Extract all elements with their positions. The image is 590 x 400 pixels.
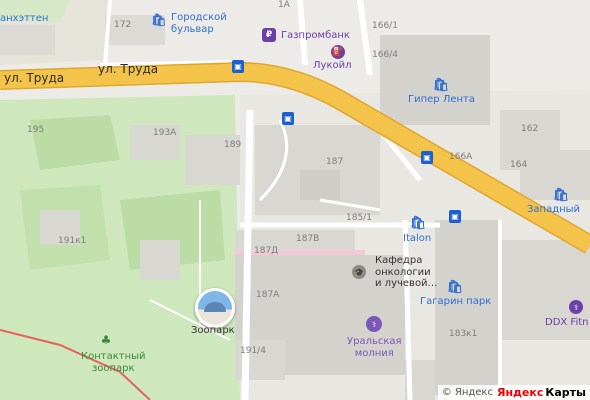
poi-label-kontaktny-zoopark[interactable]: Контактный зоопарк bbox=[81, 351, 146, 374]
building-number: 187 bbox=[326, 157, 344, 167]
education-icon[interactable]: 🎓 bbox=[352, 265, 366, 279]
building-number: 191/4 bbox=[240, 346, 266, 356]
poi-label-gorodskoy-bulvar[interactable]: Городской бульвар bbox=[171, 12, 227, 35]
building-number: 193A bbox=[153, 128, 177, 138]
fitness-icon[interactable]: ⚕ bbox=[569, 300, 583, 314]
bus-stop-icon[interactable]: ▣ bbox=[421, 151, 433, 164]
building-number: 164 bbox=[510, 160, 528, 170]
street-label-trud-left: ул. Труда bbox=[4, 71, 65, 85]
copyright-text: © Яндекс bbox=[441, 387, 493, 398]
building-number: 166/1 bbox=[372, 21, 398, 31]
map-base-layer bbox=[0, 0, 590, 400]
poi-label-manhattan[interactable]: анхэттен bbox=[0, 13, 48, 25]
poi-label-zoopark[interactable]: Зоопарк bbox=[191, 325, 235, 337]
building-number: 187A bbox=[256, 290, 280, 300]
brand-logo-black: Карты bbox=[545, 386, 586, 399]
poi-label-kafedra[interactable]: Кафедра онкологии и лучевой… bbox=[375, 255, 438, 290]
bus-stop-icon[interactable]: ▣ bbox=[282, 112, 294, 125]
shopping-bag-icon[interactable]: 🛍 bbox=[553, 187, 570, 203]
building-number: 187Д bbox=[254, 246, 279, 256]
building-number: 162 bbox=[521, 124, 539, 134]
poi-label-gazprombank[interactable]: Газпромбанк bbox=[281, 30, 350, 42]
building-number: 172 bbox=[114, 20, 132, 30]
shopping-bag-icon[interactable]: 🛍 bbox=[433, 77, 450, 93]
fuel-icon[interactable]: ⛽ bbox=[331, 45, 345, 59]
poi-label-uralskaya-molniya[interactable]: Уральская молния bbox=[347, 336, 402, 359]
bus-stop-icon[interactable]: ▣ bbox=[449, 210, 461, 223]
map-canvas[interactable]: ул. Труда ул. Труда 1A 172 166/1 166/4 1… bbox=[0, 0, 590, 400]
building-number: 195 bbox=[27, 125, 45, 135]
poi-label-giper-lenta[interactable]: Гипер Лента bbox=[408, 94, 475, 106]
shopping-bag-icon[interactable]: 🛍 bbox=[447, 279, 464, 295]
building-number: 166A bbox=[449, 152, 473, 162]
bus-stop-icon[interactable]: ▣ bbox=[232, 60, 244, 73]
zoo-pin-icon[interactable] bbox=[195, 288, 235, 328]
building-number: 166/4 bbox=[372, 50, 398, 60]
poi-label-italon[interactable]: Italon bbox=[403, 233, 431, 245]
poi-label-gagarin-park[interactable]: Гагарин парк bbox=[420, 296, 491, 308]
fitness-icon[interactable]: ⚕ bbox=[366, 316, 382, 332]
building-number: 187B bbox=[296, 234, 320, 244]
shopping-bag-icon[interactable]: 🛍 bbox=[410, 215, 427, 231]
tree-icon[interactable]: ♣ bbox=[100, 333, 112, 347]
poi-label-zapadny[interactable]: Западный bbox=[527, 204, 580, 216]
building-number: 183к1 bbox=[449, 329, 478, 339]
map-copyright[interactable]: © Яндекс Яндекс Карты bbox=[437, 385, 590, 400]
building-number: 191к1 bbox=[58, 236, 87, 246]
poi-label-lukoil[interactable]: Лукойл bbox=[313, 60, 352, 72]
street-label-trud-center: ул. Труда bbox=[98, 62, 159, 76]
building-number: 189 bbox=[224, 140, 242, 150]
poi-label-ddx[interactable]: DDX Fitn bbox=[545, 317, 589, 329]
shopping-bag-icon[interactable]: 🛍 bbox=[151, 13, 166, 27]
bank-icon[interactable]: ₽ bbox=[262, 28, 276, 42]
brand-logo-red: Яндекс bbox=[496, 386, 544, 399]
building-number: 185/1 bbox=[346, 213, 372, 223]
building-number: 1A bbox=[278, 0, 290, 10]
